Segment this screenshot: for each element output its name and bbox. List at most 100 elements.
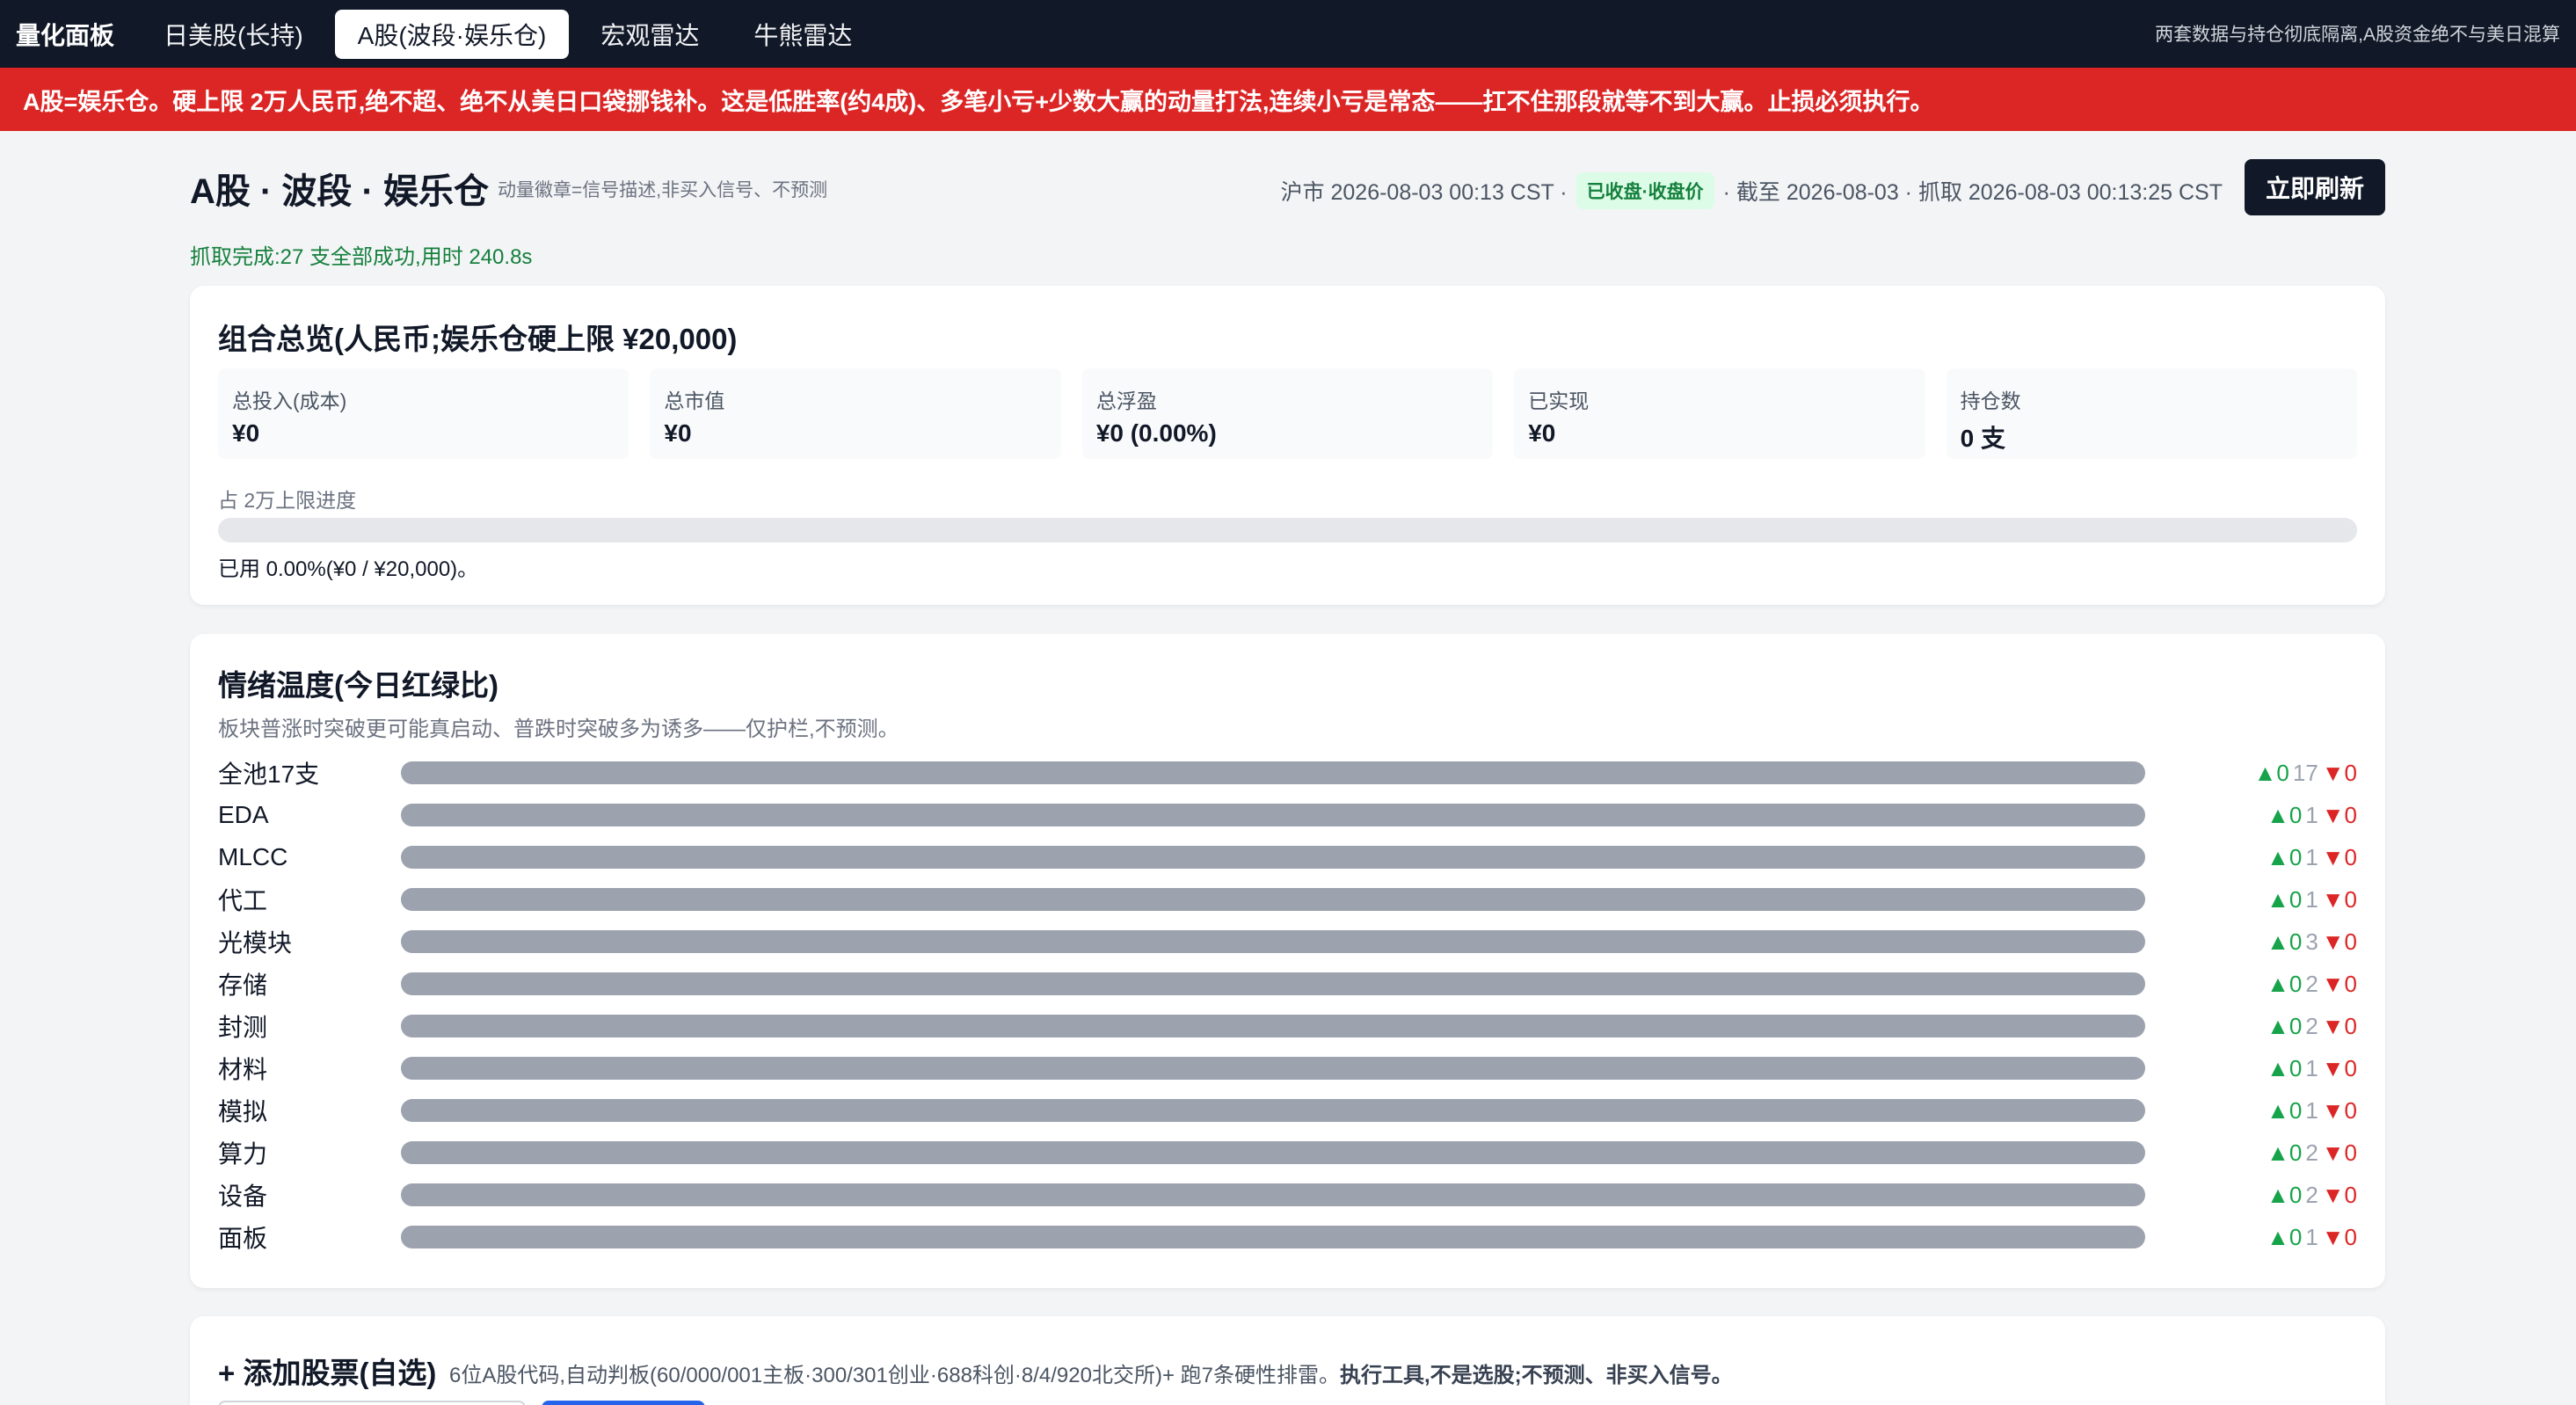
stat-market-value: 总市值 ¥0 [650, 368, 1061, 459]
isolation-note: 两套数据与持仓彻底隔离,A股资金绝不与美日混算 [2155, 25, 2560, 45]
sector-label: 存储 [218, 972, 268, 999]
cap-progress-label: 占 2万上限进度 [218, 489, 357, 512]
ratio-bar [401, 1226, 2145, 1248]
sentiment-row: 封测 ▲0 2 ▼0 [218, 1005, 2357, 1047]
stat-value: ¥0 [232, 419, 260, 447]
ratio-bar [401, 1183, 2145, 1206]
sector-label: EDA [218, 801, 269, 828]
flat-count: 1 [2305, 1223, 2318, 1250]
flat-count: 1 [2305, 885, 2318, 913]
add-stock-card: + 添加股票(自选) 6位A股代码,自动判板(60/000/001主板·300/… [190, 1316, 2385, 1405]
sentiment-row: 面板 ▲0 1 ▼0 [218, 1216, 2357, 1258]
flat-count: 2 [2305, 1012, 2318, 1039]
add-stock-title: + 添加股票(自选) [218, 1357, 437, 1389]
up-count: ▲0 [2267, 1223, 2303, 1250]
up-flat-down-counts: ▲0 17 ▼0 [2145, 760, 2357, 787]
up-count: ▲0 [2253, 759, 2289, 786]
up-flat-down-counts: ▲0 1 ▼0 [2145, 844, 2357, 871]
sentiment-row: 算力 ▲0 2 ▼0 [218, 1132, 2357, 1174]
stat-realized-pnl: 已实现 ¥0 [1514, 368, 1925, 459]
up-flat-down-counts: ▲0 1 ▼0 [2145, 1224, 2357, 1251]
sentiment-row: 代工 ▲0 1 ▼0 [218, 878, 2357, 921]
tab-a-shares[interactable]: A股(波段·娱乐仓) [334, 9, 570, 59]
flat-count: 1 [2305, 801, 2318, 828]
down-count: ▼0 [2321, 801, 2357, 828]
tab-macro-radar[interactable]: 宏观雷达 [578, 10, 722, 59]
flat-count: 2 [2305, 970, 2318, 997]
sentiment-row: MLCC ▲0 1 ▼0 [218, 836, 2357, 878]
sentiment-row: 全池17支 ▲0 17 ▼0 [218, 752, 2357, 794]
up-count: ▲0 [2267, 801, 2303, 828]
sector-label: MLCC [218, 843, 288, 870]
down-count: ▼0 [2321, 1223, 2357, 1250]
add-stock-button[interactable] [542, 1401, 705, 1405]
sentiment-row: EDA ▲0 1 ▼0 [218, 794, 2357, 836]
ratio-bar [401, 930, 2145, 953]
sentiment-row: 设备 ▲0 2 ▼0 [218, 1174, 2357, 1216]
ratio-bar [401, 1057, 2145, 1080]
sentiment-card: 情绪温度(今日红绿比) 板块普涨时突破更可能真启动、普跌时突破多为诱多——仅护栏… [190, 634, 2385, 1288]
stat-value: ¥0 [664, 419, 692, 447]
sentiment-row: 光模块 ▲0 3 ▼0 [218, 921, 2357, 963]
up-count: ▲0 [2267, 1012, 2303, 1039]
up-flat-down-counts: ▲0 2 ▼0 [2145, 1013, 2357, 1040]
down-count: ▼0 [2321, 928, 2357, 955]
sentiment-row: 材料 ▲0 1 ▼0 [218, 1047, 2357, 1089]
tab-bull-bear-radar[interactable]: 牛熊雷达 [731, 10, 875, 59]
stat-unrealized-pnl: 总浮盈 ¥0 (0.00%) [1081, 368, 1494, 459]
app-brand[interactable]: 量化面板 [16, 17, 114, 52]
portfolio-stats: 总投入(成本) ¥0 总市值 ¥0 总浮盈 ¥0 (0.00%) 已实现 ¥0 … [218, 368, 2358, 459]
up-count: ▲0 [2267, 1139, 2303, 1166]
sentiment-title: 情绪温度(今日红绿比) [218, 669, 498, 702]
sector-label: 材料 [218, 1056, 268, 1083]
flat-count: 17 [2292, 759, 2318, 786]
add-stock-desc-text: 6位A股代码,自动判板(60/000/001主板·300/301创业·688科创… [449, 1364, 1341, 1387]
top-nav: 量化面板 日美股(长持) A股(波段·娱乐仓) 宏观雷达 牛熊雷达 两套数据与持… [0, 0, 2576, 68]
down-count: ▼0 [2321, 1054, 2357, 1081]
sentiment-row: 模拟 ▲0 1 ▼0 [218, 1089, 2357, 1132]
portfolio-overview-card: 组合总览(人民币;娱乐仓硬上限 ¥20,000) 总投入(成本) ¥0 总市值 … [190, 286, 2385, 605]
down-count: ▼0 [2321, 843, 2357, 870]
stat-value: 0 支 [1960, 425, 2005, 452]
sector-label: 光模块 [218, 929, 293, 957]
ratio-bar [401, 1141, 2145, 1164]
ratio-bar [401, 804, 2145, 826]
down-count: ▼0 [2321, 759, 2357, 786]
up-flat-down-counts: ▲0 1 ▼0 [2145, 886, 2357, 914]
add-stock-desc: 6位A股代码,自动判板(60/000/001主板·300/301创业·688科创… [449, 1358, 1733, 1388]
tab-us-jp-stocks[interactable]: 日美股(长持) [141, 10, 326, 59]
down-count: ▼0 [2321, 1096, 2357, 1124]
up-count: ▲0 [2267, 843, 2303, 870]
up-count: ▲0 [2267, 928, 2303, 955]
down-count: ▼0 [2321, 1139, 2357, 1166]
add-stock-desc-bold: 执行工具,不是选股;不预测、非买入信号。 [1340, 1364, 1733, 1387]
down-count: ▼0 [2321, 885, 2357, 913]
stock-code-input[interactable] [218, 1401, 526, 1405]
stat-label: 持仓数 [1960, 389, 2021, 412]
flat-count: 3 [2305, 928, 2318, 955]
up-flat-down-counts: ▲0 1 ▼0 [2145, 1097, 2357, 1125]
flat-count: 2 [2305, 1139, 2318, 1166]
up-count: ▲0 [2267, 1096, 2303, 1124]
up-flat-down-counts: ▲0 2 ▼0 [2145, 1139, 2357, 1167]
stat-label: 总投入(成本) [232, 389, 347, 412]
up-flat-down-counts: ▲0 3 ▼0 [2145, 928, 2357, 956]
as-of-time: · 截至 2026-08-03 · 抓取 2026-08-03 00:13:25… [1722, 180, 2223, 205]
flat-count: 1 [2305, 843, 2318, 870]
sector-label: 面板 [218, 1225, 268, 1252]
up-flat-down-counts: ▲0 1 ▼0 [2145, 1055, 2357, 1082]
up-flat-down-counts: ▲0 2 ▼0 [2145, 1182, 2357, 1209]
sentiment-rows: 全池17支 ▲0 17 ▼0 EDA ▲0 1 ▼0 MLCC ▲0 1 ▼0 代工 ▲0 1 ▼0 光模块 ▲0… [218, 752, 2357, 1258]
page-subtitle: 动量徽章=信号描述,非买入信号、不预测 [498, 180, 828, 200]
stat-position-count: 持仓数 0 支 [1946, 368, 2358, 459]
market-status-badge: 已收盘·收盘价 [1575, 172, 1714, 209]
page-title: A股 · 波段 · 娱乐仓 [190, 172, 489, 211]
stat-label: 总市值 [664, 389, 725, 412]
ratio-bar [401, 1099, 2145, 1122]
down-count: ▼0 [2321, 970, 2357, 997]
up-flat-down-counts: ▲0 1 ▼0 [2145, 802, 2357, 829]
refresh-button[interactable]: 立即刷新 [2245, 159, 2385, 215]
sector-label: 模拟 [218, 1098, 268, 1125]
sector-label: 封测 [218, 1014, 268, 1041]
up-count: ▲0 [2267, 1054, 2303, 1081]
